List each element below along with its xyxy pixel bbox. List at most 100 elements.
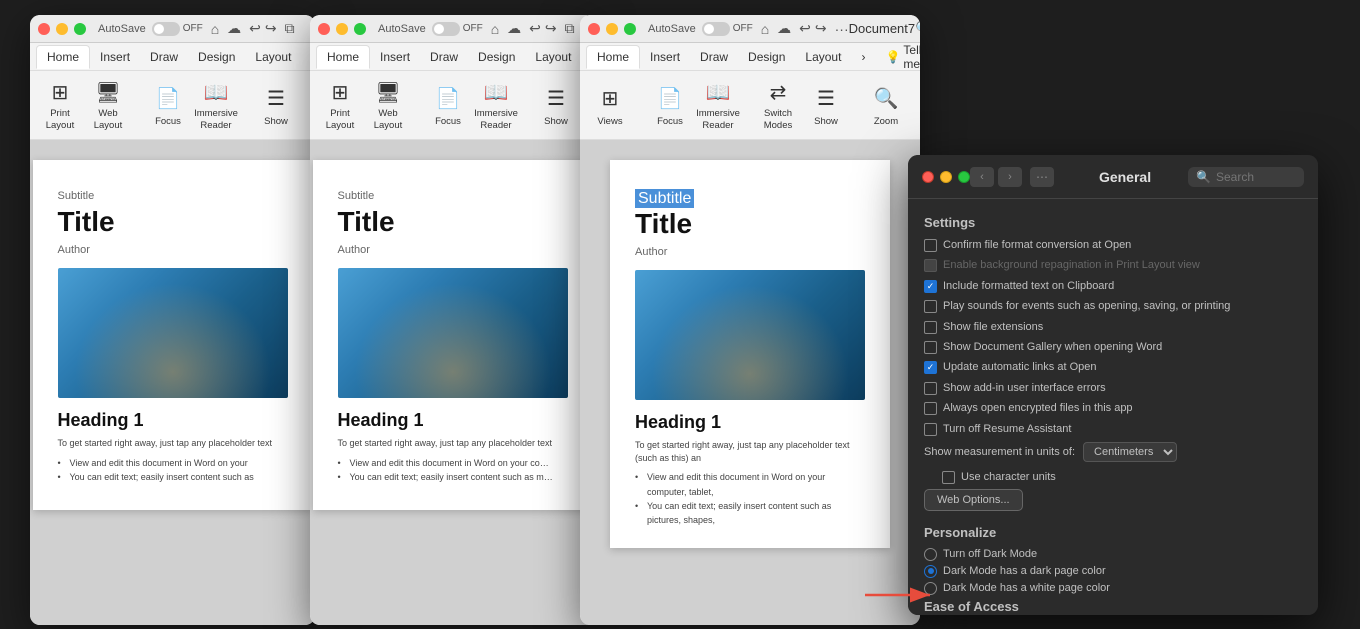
tool-focus-1[interactable]: 📄 Focus: [146, 75, 190, 135]
settings-search-input[interactable]: [1216, 170, 1296, 184]
tab-design-2[interactable]: Design: [468, 46, 525, 68]
close-button-1[interactable]: [38, 23, 50, 35]
settings-checkbox-4[interactable]: [924, 321, 937, 334]
doc-heading-1[interactable]: Heading 1: [58, 410, 288, 431]
doc-heading-3[interactable]: Heading 1: [635, 412, 865, 433]
home-icon-3[interactable]: ⌂: [761, 21, 769, 37]
doc-main-title-3[interactable]: Title: [635, 208, 865, 240]
tool-focus-2[interactable]: 📄 Focus: [426, 75, 470, 135]
tab-more-3[interactable]: ›: [851, 46, 875, 68]
redo-icon-3[interactable]: ↪: [815, 20, 827, 37]
tool-zoom-3[interactable]: 🔍 Zoom: [864, 75, 908, 135]
personalize-radio-0[interactable]: [924, 548, 937, 561]
tab-home-2[interactable]: Home: [316, 45, 370, 69]
settings-maximize-button[interactable]: [958, 171, 970, 183]
tool-focus-3[interactable]: 📄 Focus: [648, 75, 692, 135]
settings-checkbox-7[interactable]: [924, 382, 937, 395]
more-icon-3[interactable]: ···: [835, 21, 849, 37]
settings-item-5: Show Document Gallery when opening Word: [924, 340, 1302, 355]
doc-page-3: Subtitle Title Author Heading 1 To get s…: [610, 160, 890, 548]
tab-insert-2[interactable]: Insert: [370, 46, 420, 68]
tab-design-3[interactable]: Design: [738, 46, 795, 68]
close-button-2[interactable]: [318, 23, 330, 35]
window-icon-1[interactable]: ⧉: [285, 20, 295, 37]
cloud-icon-1[interactable]: ☁: [227, 20, 241, 37]
web-options-button[interactable]: Web Options...: [924, 489, 1023, 511]
minimize-button-2[interactable]: [336, 23, 348, 35]
tab-home-3[interactable]: Home: [586, 45, 640, 69]
settings-checkbox-0[interactable]: [924, 239, 937, 252]
settings-checkbox-5[interactable]: [924, 341, 937, 354]
undo-icon-2[interactable]: ↩: [529, 20, 541, 37]
tab-layout-2[interactable]: Layout: [525, 46, 581, 68]
settings-checkbox-2[interactable]: [924, 280, 937, 293]
tool-print-layout-1[interactable]: ⊞ PrintLayout: [38, 75, 82, 135]
settings-checkbox-9[interactable]: [924, 423, 937, 436]
home-icon-1[interactable]: ⌂: [211, 21, 219, 37]
autosave-toggle-3[interactable]: OFF: [702, 22, 753, 36]
tool-show-3[interactable]: ☰ Show: [804, 75, 848, 135]
tool-switch-modes-3[interactable]: ⇄ SwitchModes: [756, 75, 800, 135]
tab-draw-3[interactable]: Draw: [690, 46, 738, 68]
tool-views-3[interactable]: ⊞ Views: [588, 75, 632, 135]
toggle-pill-1[interactable]: [152, 22, 180, 36]
settings-item-2: Include formatted text on Clipboard: [924, 279, 1302, 294]
character-units-checkbox[interactable]: [942, 471, 955, 484]
tool-immersive-3[interactable]: 📖 ImmersiveReader: [696, 75, 740, 135]
settings-back-button[interactable]: ‹: [970, 167, 994, 187]
tool-web-layout-1[interactable]: 🖥 WebLayout: [86, 75, 130, 135]
settings-section-header: Settings: [924, 215, 1302, 230]
settings-checkbox-3[interactable]: [924, 300, 937, 313]
tool-show-1[interactable]: ☰ Show: [254, 75, 298, 135]
close-button-3[interactable]: [588, 23, 600, 35]
window-icon-2[interactable]: ⧉: [565, 20, 575, 37]
undo-icon-1[interactable]: ↩: [249, 20, 261, 37]
tab-insert-3[interactable]: Insert: [640, 46, 690, 68]
cloud-icon-3[interactable]: ☁: [777, 20, 791, 37]
tool-show-2[interactable]: ☰ Show: [534, 75, 578, 135]
measurement-select[interactable]: Centimeters Inches Points: [1083, 442, 1177, 462]
settings-grid-button[interactable]: ⋯: [1030, 167, 1054, 187]
tool-web-layout-2[interactable]: 🖥 WebLayout: [366, 75, 410, 135]
tab-design-1[interactable]: Design: [188, 46, 245, 68]
redo-icon-2[interactable]: ↪: [545, 20, 557, 37]
tool-immersive-2[interactable]: 📖 ImmersiveReader: [474, 75, 518, 135]
settings-checkbox-1[interactable]: [924, 259, 937, 272]
autosave-toggle-2[interactable]: OFF: [432, 22, 483, 36]
doc-heading-2[interactable]: Heading 1: [338, 410, 568, 431]
settings-minimize-button[interactable]: [940, 171, 952, 183]
traffic-lights-2: [318, 23, 366, 35]
cloud-icon-2[interactable]: ☁: [507, 20, 521, 37]
redo-icon-1[interactable]: ↪: [265, 20, 277, 37]
search-button-3[interactable]: 🔍: [915, 20, 920, 37]
maximize-button-2[interactable]: [354, 23, 366, 35]
toggle-pill-3[interactable]: [702, 22, 730, 36]
tab-draw-1[interactable]: Draw: [140, 46, 188, 68]
settings-checkbox-6[interactable]: [924, 361, 937, 374]
minimize-button-3[interactable]: [606, 23, 618, 35]
toggle-pill-2[interactable]: [432, 22, 460, 36]
doc-title-2[interactable]: Title: [338, 206, 568, 238]
settings-checkbox-8[interactable]: [924, 402, 937, 415]
tab-layout-3[interactable]: Layout: [795, 46, 851, 68]
tab-tell-me[interactable]: 💡Tell me: [875, 39, 920, 75]
immersive-icon-1: 📖: [200, 79, 232, 106]
home-icon-2[interactable]: ⌂: [491, 21, 499, 37]
undo-icon-3[interactable]: ↩: [799, 20, 811, 37]
minimize-button-1[interactable]: [56, 23, 68, 35]
settings-close-button[interactable]: [922, 171, 934, 183]
personalize-radio-1[interactable]: [924, 565, 937, 578]
personalize-radio-2[interactable]: [924, 582, 937, 595]
tool-print-layout-2[interactable]: ⊞ PrintLayout: [318, 75, 362, 135]
tab-layout-1[interactable]: Layout: [245, 46, 301, 68]
tab-insert-1[interactable]: Insert: [90, 46, 140, 68]
tab-home-1[interactable]: Home: [36, 45, 90, 69]
tool-immersive-1[interactable]: 📖 ImmersiveReader: [194, 75, 238, 135]
maximize-button-1[interactable]: [74, 23, 86, 35]
maximize-button-3[interactable]: [624, 23, 636, 35]
autosave-toggle-1[interactable]: OFF: [152, 22, 203, 36]
doc-title-1[interactable]: Title: [58, 206, 288, 238]
settings-forward-button[interactable]: ›: [998, 167, 1022, 187]
settings-search-box[interactable]: 🔍: [1188, 167, 1304, 187]
tab-draw-2[interactable]: Draw: [420, 46, 468, 68]
